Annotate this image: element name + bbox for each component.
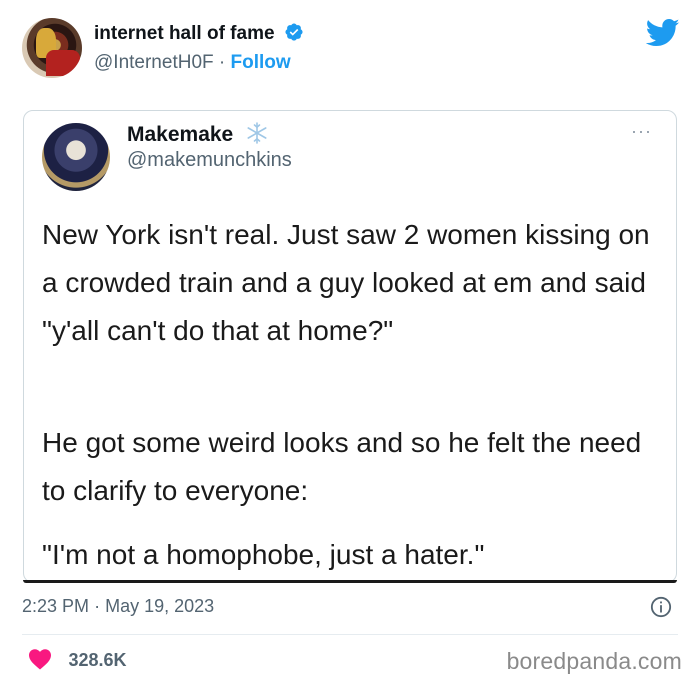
- author-handle-line: @InternetH0F · Follow: [94, 52, 291, 74]
- embedded-tweet-image: Makemake @makemunchkins ··· New York isn…: [23, 110, 677, 583]
- timestamp-separator: ·: [94, 596, 101, 616]
- tweet-paragraph-1: New York isn't real. Just saw 2 women ki…: [42, 219, 650, 346]
- embedded-author-avatar: [42, 123, 110, 191]
- embedded-author-name: Makemake: [127, 121, 269, 147]
- footer-divider: [22, 634, 678, 635]
- embed-bottom-border: [23, 580, 677, 583]
- handle-separator: ·: [218, 52, 226, 73]
- verified-badge-icon: [285, 23, 303, 41]
- author-handle[interactable]: @InternetH0F: [94, 52, 214, 73]
- tweet-paragraph-2: He got some weird looks and so he felt t…: [42, 427, 642, 506]
- like-button[interactable]: 328.6K: [28, 648, 127, 672]
- watermark: boredpanda.com: [506, 648, 682, 674]
- author-name-text: internet hall of fame: [94, 23, 275, 44]
- tweet-header: internet hall of fame @InternetH0F · Fol…: [22, 16, 682, 80]
- likes-count: 328.6K: [68, 650, 127, 670]
- embedded-author-name-text: Makemake: [127, 123, 234, 146]
- embedded-author-handle: @makemunchkins: [127, 149, 292, 171]
- tweet-paragraph-3: "I'm not a homophobe, just a hater.": [42, 539, 485, 570]
- author-avatar[interactable]: [22, 18, 82, 78]
- jersey-shape: [46, 50, 80, 76]
- heart-icon: [29, 649, 51, 670]
- follow-button[interactable]: Follow: [231, 52, 291, 73]
- tweet-card: internet hall of fame @InternetH0F · Fol…: [0, 0, 700, 688]
- info-icon[interactable]: [650, 596, 672, 618]
- tweet-date: May 19, 2023: [105, 596, 215, 616]
- snowflake-icon: [247, 122, 267, 144]
- tweet-time: 2:23 PM: [22, 596, 90, 616]
- twitter-bird-icon[interactable]: [646, 18, 680, 48]
- tweet-timestamp[interactable]: 2:23 PM · May 19, 2023: [22, 596, 214, 617]
- author-display-name[interactable]: internet hall of fame: [94, 22, 304, 45]
- more-options-icon: ···: [631, 121, 652, 141]
